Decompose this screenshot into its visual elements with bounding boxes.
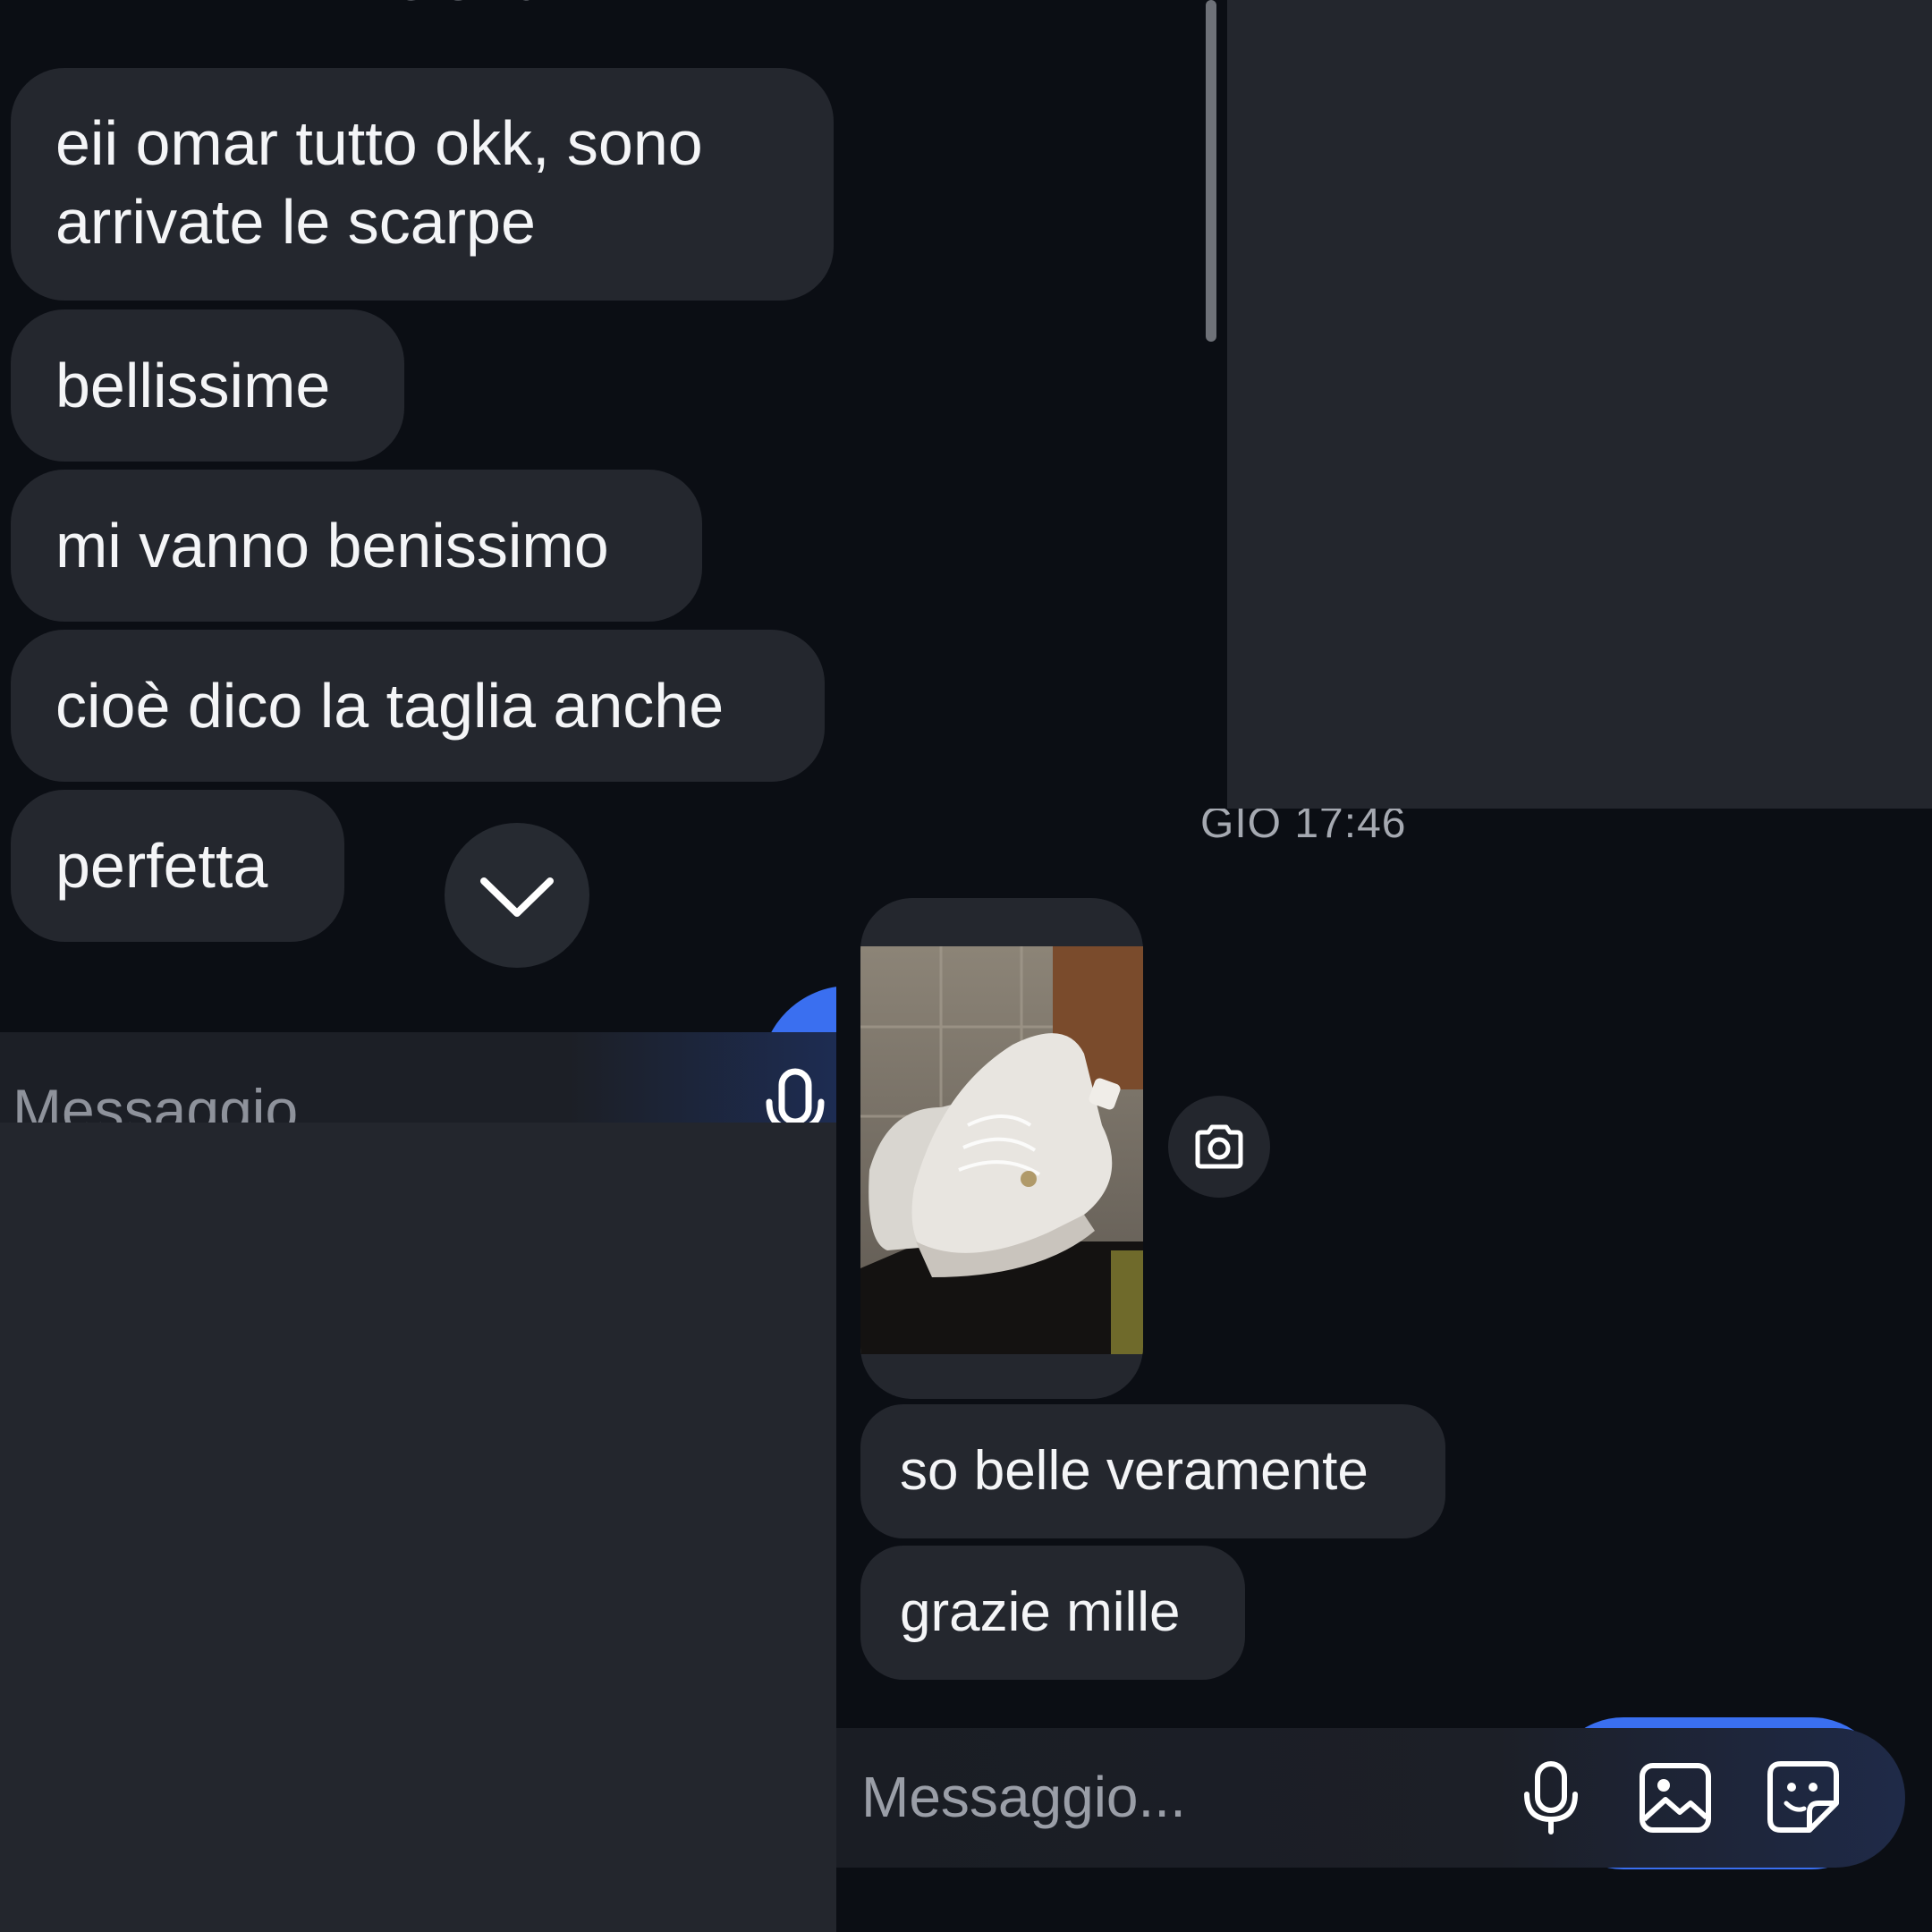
- message-bubble[interactable]: so belle veramente: [860, 1404, 1445, 1538]
- message-text-line: arrivate le scarpe: [55, 187, 536, 257]
- sneaker-photo[interactable]: [860, 946, 1143, 1354]
- blank-panel: [0, 1123, 836, 1932]
- message-text-line: eii omar tutto okk, sono: [55, 108, 703, 178]
- camera-button[interactable]: [1168, 1096, 1270, 1198]
- message-bubble[interactable]: cioè dico la taglia anche: [11, 630, 825, 782]
- microphone-icon[interactable]: [764, 1066, 826, 1123]
- message-composer[interactable]: Messaggio...: [0, 1032, 836, 1123]
- timestamp-partial: GIO 16:24: [394, 0, 600, 11]
- message-composer[interactable]: Messaggio...: [836, 1728, 1905, 1868]
- image-icon[interactable]: [1639, 1762, 1712, 1834]
- blank-panel: [1227, 0, 1932, 809]
- scrollbar[interactable]: [1206, 0, 1216, 342]
- message-bubble[interactable]: grazie mille: [860, 1546, 1245, 1680]
- sticker-icon[interactable]: [1767, 1760, 1840, 1834]
- microphone-icon[interactable]: [1520, 1760, 1582, 1835]
- composer-placeholder: Messaggio...: [13, 1077, 348, 1123]
- chat-panel-right: GIO 17:46 so belle veramente grazie mill…: [836, 809, 1932, 1932]
- composer-placeholder: Messaggio...: [861, 1765, 1186, 1829]
- timestamp: GIO 17:46: [1200, 809, 1407, 847]
- message-bubble[interactable]: mi vanno benissimo: [11, 470, 702, 622]
- scroll-to-bottom-button[interactable]: [445, 823, 589, 968]
- chevron-down-icon: [480, 877, 554, 917]
- message-bubble[interactable]: eii omar tutto okk, sono arrivate le sca…: [11, 68, 834, 301]
- message-bubble[interactable]: perfetta: [11, 790, 344, 942]
- camera-icon: [1195, 1124, 1243, 1169]
- message-bubble[interactable]: bellissime: [11, 309, 404, 462]
- photo-message[interactable]: [860, 898, 1143, 1399]
